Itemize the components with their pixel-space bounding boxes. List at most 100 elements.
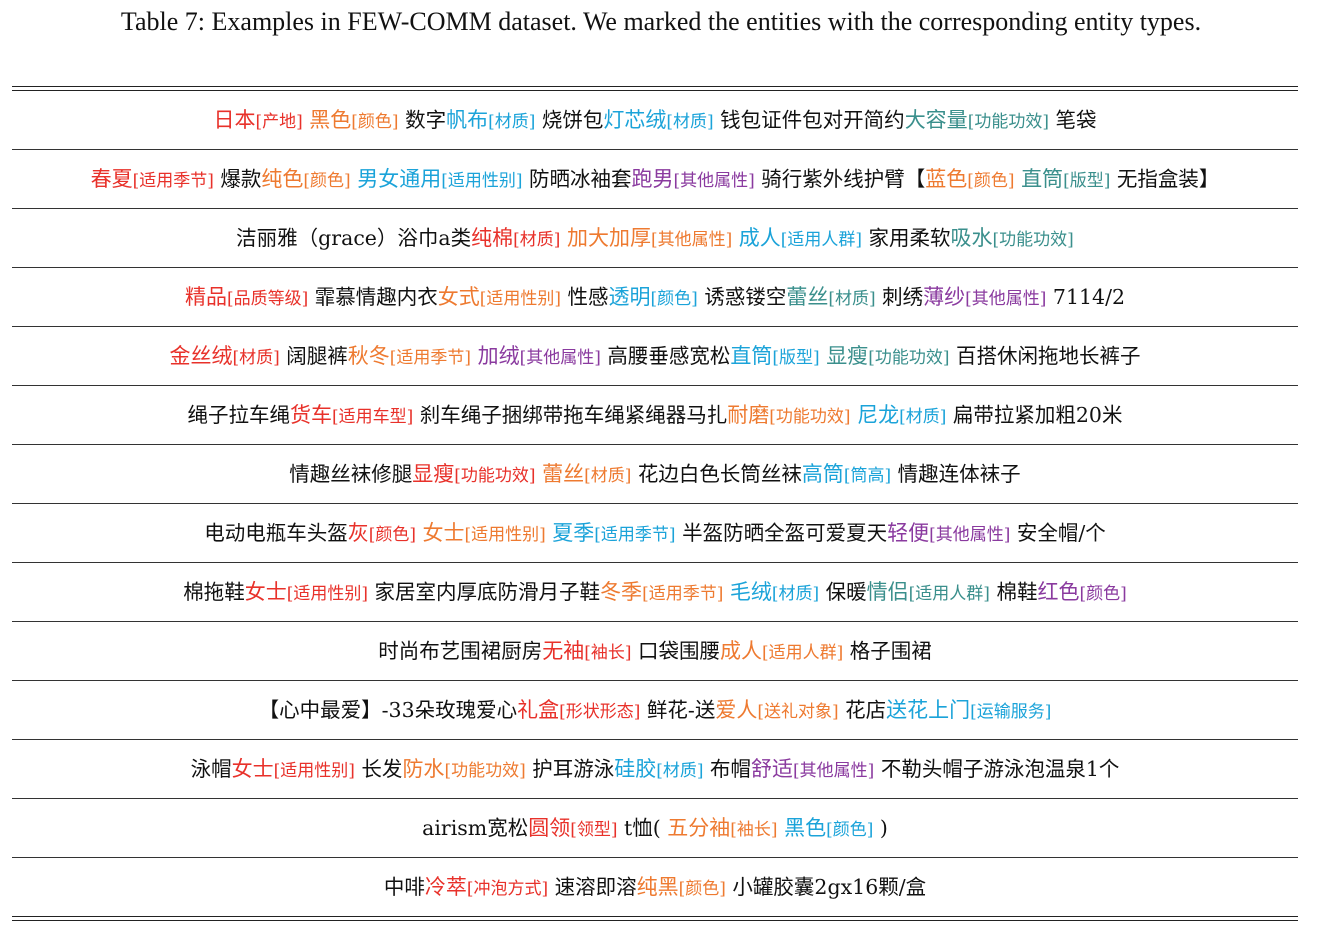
plain-text: 保暖 <box>819 580 867 604</box>
entity-type-tag: [形状形态] <box>559 702 641 722</box>
entity-text: 夏季 <box>552 521 595 545</box>
entity-type-tag: [功能功效] <box>992 230 1074 250</box>
plain-text: 中啡 <box>383 875 425 899</box>
entity-text: 送花上门 <box>886 698 971 722</box>
entity-type-tag: [颜色] <box>826 820 874 840</box>
plain-text: t恤( <box>617 816 668 840</box>
plain-text: 不勒头帽子游泳泡温泉1个 <box>874 757 1120 781</box>
entity-text: 五分袖 <box>667 816 731 840</box>
entity-type-tag: [材质] <box>513 230 561 250</box>
entity-type-tag: [颜色] <box>967 171 1015 191</box>
plain-text: ) <box>873 816 888 840</box>
plain-text: 爆款 <box>213 167 262 191</box>
entity-text: 蓝色 <box>925 167 968 191</box>
plain-text: 家用柔软 <box>862 226 951 250</box>
entity-text: 女士 <box>244 580 287 604</box>
plain-text: 7114/2 <box>1046 285 1126 309</box>
plain-text: 诱惑镂空 <box>697 285 787 309</box>
entity-text: 显瘦 <box>826 344 869 368</box>
entity-text: 灰 <box>347 521 369 545</box>
entity-type-tag: [材质] <box>899 407 947 427</box>
entity-text: 男女通用 <box>357 167 442 191</box>
plain-text: 百搭休闲拖地长裤子 <box>949 344 1141 368</box>
plain-text: 口袋围腰 <box>631 639 720 663</box>
entity-text: 尼龙 <box>857 403 900 427</box>
entity-type-tag: [适用季节] <box>389 348 472 368</box>
entity-type-tag: [功能功效] <box>454 466 536 486</box>
entity-type-tag: [功能功效] <box>868 348 950 368</box>
plain-text: 扁带拉紧加粗20米 <box>946 403 1123 427</box>
entity-type-tag: [其他属性] <box>929 525 1011 545</box>
entity-type-tag: [适用性别] <box>273 761 355 781</box>
plain-text: 鲜花-送 <box>640 698 716 722</box>
plain-text: 格子围裙 <box>843 639 932 663</box>
entity-text: 蕾丝 <box>542 462 585 486</box>
entity-type-tag: [适用人群] <box>908 584 990 604</box>
plain-text: 刹车绳子捆绑带拖车绳紧绳器马扎 <box>413 403 728 427</box>
entity-text: 女士 <box>422 521 465 545</box>
entity-text: 加大加厚 <box>566 226 651 250</box>
entity-text: 高筒 <box>801 462 844 486</box>
entity-text: 黑色 <box>309 108 352 132</box>
entity-type-tag: [适用季节] <box>132 171 214 191</box>
entity-text: 日本 <box>213 108 256 132</box>
entity-text: 无袖 <box>542 639 585 663</box>
table-caption: Table 7: Examples in FEW-COMM dataset. W… <box>120 7 1202 36</box>
plain-text: 速溶即溶 <box>548 875 637 899</box>
entity-text: 灯芯绒 <box>603 108 667 132</box>
plain-text: 花店 <box>838 698 887 722</box>
plain-text: 花边白色长筒丝袜 <box>631 462 802 486</box>
entity-type-tag: [送礼对象] <box>757 702 839 722</box>
table-row: 洁丽雅（grace）浴巾a类纯棉[材质] 加大加厚[其他属性] 成人[适用人群]… <box>12 209 1298 268</box>
table-row: 泳帽女士[适用性别] 长发防水[功能功效] 护耳游泳硅胶[材质] 布帽舒适[其他… <box>12 740 1298 799</box>
examples-table: 日本[产地] 黑色[颜色] 数字帆布[材质] 烧饼包灯芯绒[材质] 钱包证件包对… <box>12 86 1298 921</box>
entity-type-tag: [适用季节] <box>594 525 676 545</box>
entity-type-tag: [功能功效] <box>769 407 851 427</box>
entity-type-tag: [其他属性] <box>793 761 875 781</box>
entity-type-tag: [运输服务] <box>970 702 1052 722</box>
entity-type-tag: [其他属性] <box>519 348 601 368</box>
entity-type-tag: [颜色] <box>678 879 726 899</box>
entity-type-tag: [领型] <box>570 820 618 840</box>
entity-type-tag: [适用性别] <box>464 525 546 545</box>
entity-text: 纯黑 <box>636 875 679 899</box>
table-row: 绳子拉车绳货车[适用车型] 刹车绳子捆绑带拖车绳紧绳器马扎耐磨[功能功效] 尼龙… <box>12 386 1298 445</box>
entity-type-tag: [材质] <box>584 466 632 486</box>
entity-type-tag: [颜色] <box>650 289 698 309</box>
entity-text: 防水 <box>402 757 445 781</box>
table-body: 日本[产地] 黑色[颜色] 数字帆布[材质] 烧饼包灯芯绒[材质] 钱包证件包对… <box>12 91 1298 916</box>
entity-text: 货车 <box>290 403 333 427</box>
table-row: 春夏[适用季节] 爆款纯色[颜色] 男女通用[适用性别] 防晒冰袖套跑男[其他属… <box>12 150 1298 209</box>
entity-type-tag: [版型] <box>1063 171 1111 191</box>
plain-text: 泳帽 <box>190 757 232 781</box>
entity-text: 轻便 <box>887 521 930 545</box>
entity-type-tag: [品质等级] <box>226 289 309 309</box>
entity-text: 情侣 <box>866 580 909 604</box>
entity-text: 透明 <box>608 285 651 309</box>
entity-text: 纯棉 <box>471 226 514 250</box>
plain-text: 烧饼包 <box>535 108 604 132</box>
entity-type-tag: [颜色] <box>1079 584 1127 604</box>
plain-text: 性感 <box>561 285 609 309</box>
plain-text: 布帽 <box>703 757 752 781</box>
entity-type-tag: [其他属性] <box>673 171 755 191</box>
entity-text: 直筒 <box>1021 167 1064 191</box>
entity-type-tag: [适用季节] <box>642 584 724 604</box>
entity-type-tag: [冲泡方式] <box>466 879 549 899</box>
entity-text: 毛绒 <box>729 580 772 604</box>
table-row: 时尚布艺围裙厨房无袖[袖长] 口袋围腰成人[适用人群] 格子围裙 <box>12 622 1298 681</box>
entity-type-tag: [功能功效] <box>967 112 1049 132</box>
entity-type-tag: [颜色] <box>368 525 416 545</box>
plain-text: 安全帽/个 <box>1010 521 1106 545</box>
plain-text: 霏慕情趣内衣 <box>308 285 438 309</box>
entity-type-tag: [版型] <box>772 348 820 368</box>
entity-text: 精品 <box>184 285 227 309</box>
entity-type-tag: [颜色] <box>351 112 399 132</box>
entity-type-tag: [适用性别] <box>441 171 523 191</box>
entity-text: 蕾丝 <box>786 285 829 309</box>
entity-type-tag: [材质] <box>666 112 714 132</box>
table-row: 日本[产地] 黑色[颜色] 数字帆布[材质] 烧饼包灯芯绒[材质] 钱包证件包对… <box>12 91 1298 150</box>
plain-text: 电动电瓶车头盔 <box>204 521 348 545</box>
entity-type-tag: [其他属性] <box>650 230 733 250</box>
plain-text: 长发 <box>354 757 403 781</box>
